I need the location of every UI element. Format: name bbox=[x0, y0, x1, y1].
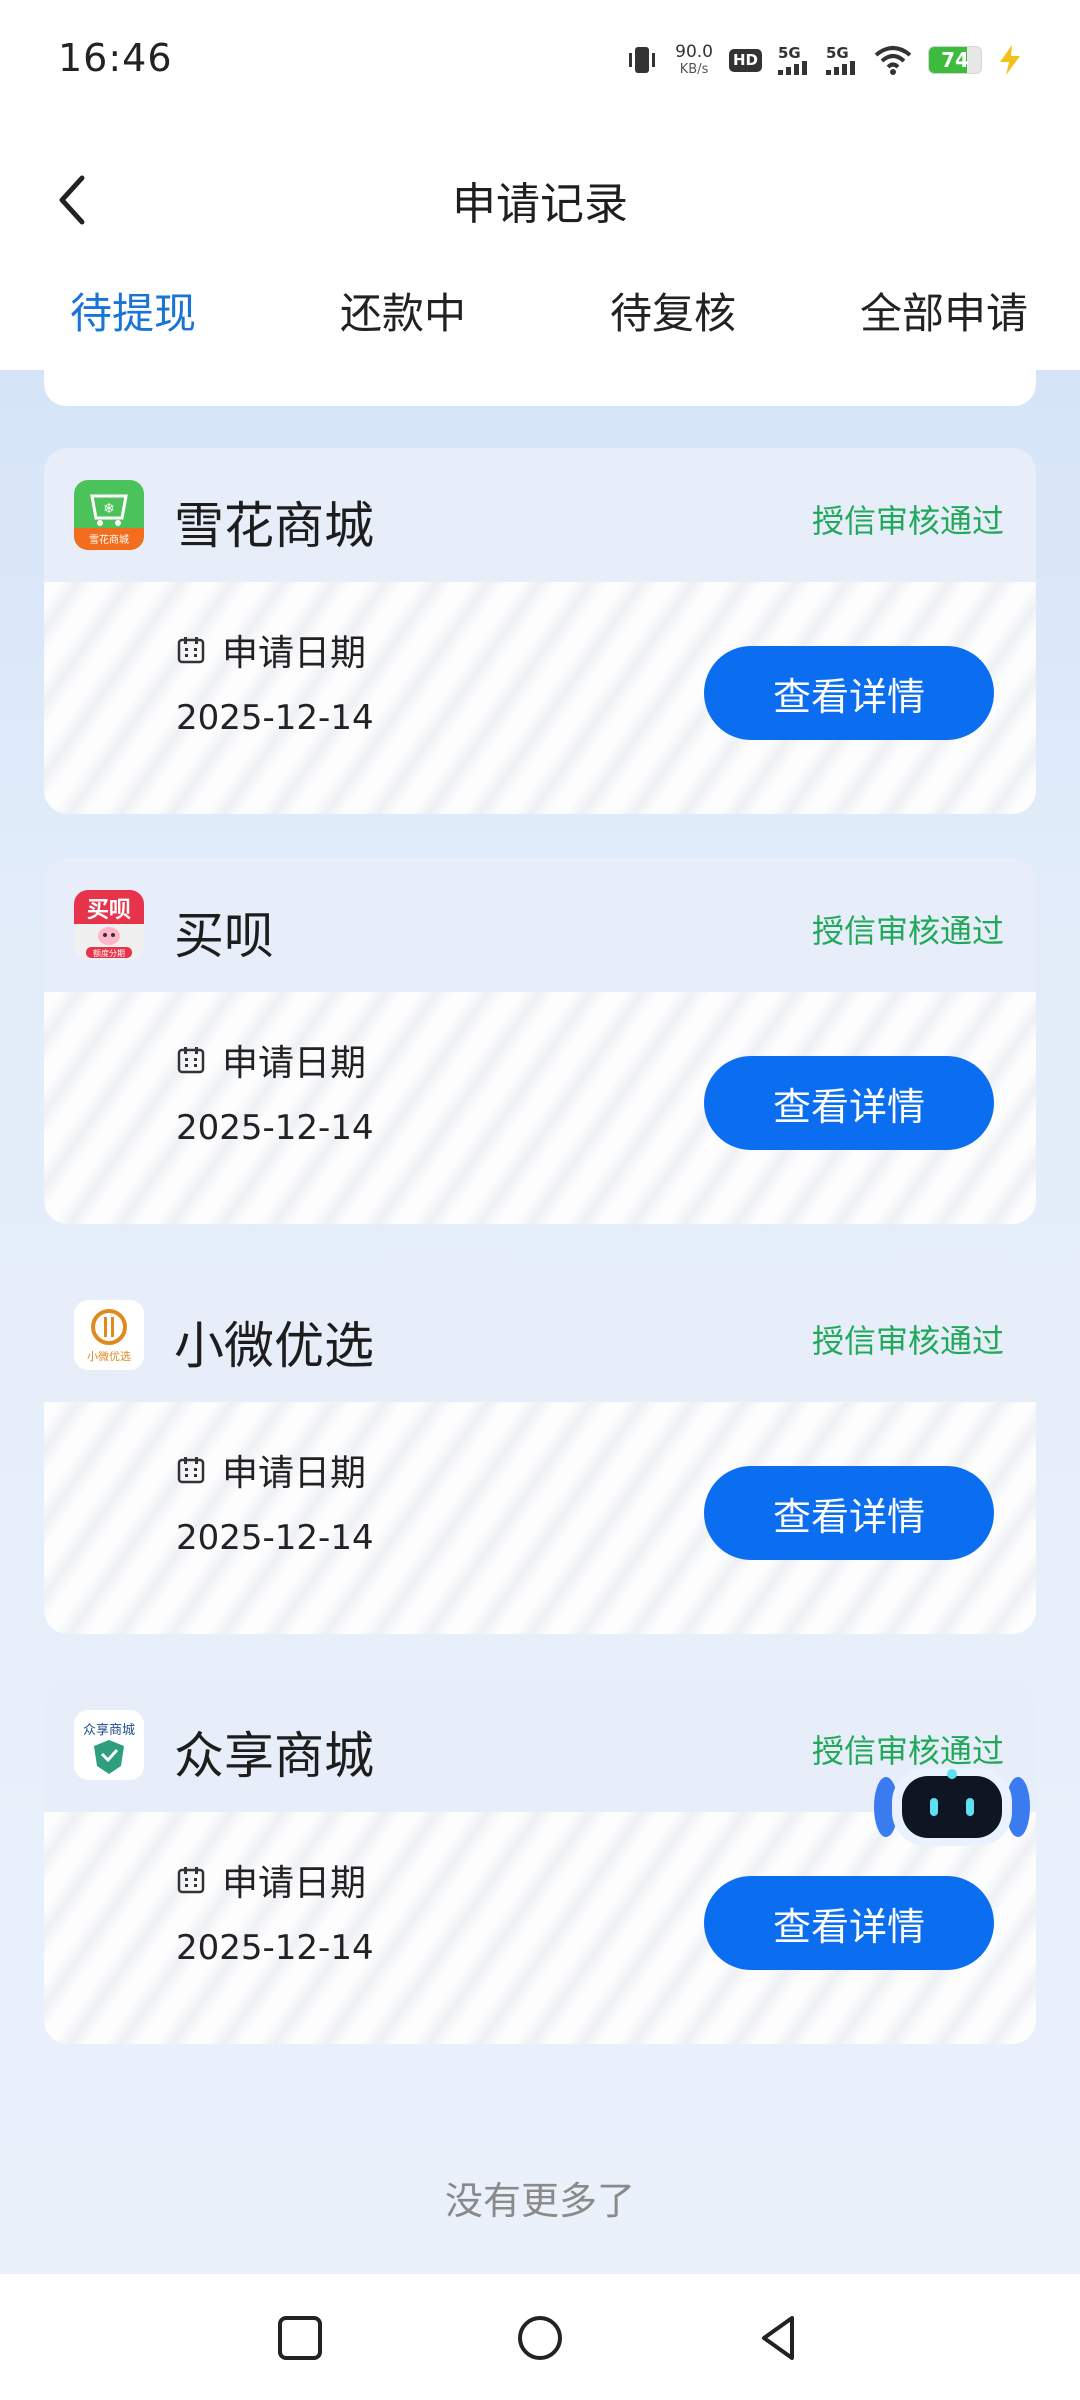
system-nav-bar bbox=[0, 2274, 1080, 2400]
tab-pending-review[interactable]: 待复核 bbox=[610, 280, 736, 341]
date-value: 2025-12-14 bbox=[176, 1518, 374, 1558]
view-details-button[interactable]: 查看详情 bbox=[704, 1466, 994, 1560]
view-details-button[interactable]: 查看详情 bbox=[704, 1876, 994, 1970]
svg-text:❄: ❄ bbox=[103, 501, 115, 517]
status-badge: 授信审核通过 bbox=[811, 1322, 1004, 1360]
recents-button[interactable] bbox=[272, 2310, 328, 2366]
date-row: 申请日期 bbox=[176, 624, 366, 676]
date-row: 申请日期 bbox=[176, 1034, 366, 1086]
view-details-button[interactable]: 查看详情 bbox=[704, 646, 994, 740]
previous-card-edge bbox=[44, 370, 1036, 406]
merchant-name: 买呗 bbox=[174, 907, 274, 965]
records-list[interactable]: ❄ 雪花商城 雪花商城 授信审核通过 申请日期 2025-12-14 查看详情 … bbox=[0, 370, 1080, 2274]
merchant-name: 小微优选 bbox=[174, 1317, 374, 1375]
date-label: 申请日期 bbox=[222, 1043, 367, 1084]
record-card[interactable]: 众享商城 众享商城 授信审核通过 申请日期 2025-12-14 查看详情 bbox=[44, 1678, 1036, 2044]
svg-text:买呗: 买呗 bbox=[87, 898, 131, 923]
network-speed: 90.0 KB/s bbox=[675, 42, 713, 77]
date-value: 2025-12-14 bbox=[176, 1108, 374, 1148]
svg-text:雪花商城: 雪花商城 bbox=[89, 533, 129, 546]
tab-pending-withdrawal[interactable]: 待提现 bbox=[70, 280, 196, 341]
tab-bar: 待提现 还款中 待复核 全部申请 bbox=[0, 280, 1080, 350]
home-button[interactable] bbox=[512, 2310, 568, 2366]
hd-voice-badge: HD bbox=[728, 48, 762, 72]
wifi-icon bbox=[874, 45, 912, 75]
xiaowei-youxuan-logo-icon: 小微优选 bbox=[74, 1300, 144, 1370]
calendar-icon bbox=[177, 1047, 205, 1074]
circle-icon bbox=[518, 2316, 562, 2360]
date-label: 申请日期 bbox=[222, 1863, 367, 1904]
svg-text:小微优选: 小微优选 bbox=[87, 1349, 131, 1363]
xuehua-shop-logo-icon: ❄ 雪花商城 bbox=[74, 480, 144, 550]
no-more-text: 没有更多了 bbox=[444, 2179, 635, 2223]
charging-icon bbox=[998, 45, 1022, 75]
view-details-button[interactable]: 查看详情 bbox=[704, 1056, 994, 1150]
date-row: 申请日期 bbox=[176, 1854, 366, 1906]
status-icons: 90.0 KB/s HD 5G 5G 74 bbox=[625, 38, 1022, 82]
back-nav-button[interactable] bbox=[752, 2310, 808, 2366]
zhongxiang-shop-logo-icon: 众享商城 bbox=[74, 1710, 144, 1780]
robot-icon bbox=[874, 1768, 1030, 1846]
merchant-name: 雪花商城 bbox=[174, 497, 374, 555]
record-card[interactable]: 买呗 额度分期 买呗 授信审核通过 申请日期 2025-12-14 查看详情 bbox=[44, 858, 1036, 1224]
triangle-back-icon bbox=[762, 2316, 794, 2360]
sim2-signal-icon: 5G bbox=[826, 45, 858, 75]
status-time: 16:46 bbox=[58, 36, 173, 80]
assistant-robot-button[interactable] bbox=[872, 1764, 1032, 1850]
merchant-name: 众享商城 bbox=[174, 1727, 374, 1785]
vibrate-icon bbox=[625, 43, 659, 77]
date-row: 申请日期 bbox=[176, 1444, 366, 1496]
svg-text:众享商城: 众享商城 bbox=[83, 1722, 135, 1738]
tab-all-applications[interactable]: 全部申请 bbox=[860, 280, 1028, 341]
calendar-icon bbox=[177, 637, 205, 664]
calendar-icon bbox=[177, 1867, 205, 1894]
date-label: 申请日期 bbox=[222, 633, 367, 674]
date-value: 2025-12-14 bbox=[176, 698, 374, 738]
svg-text:额度分期: 额度分期 bbox=[93, 948, 125, 958]
sim1-signal-icon: 5G bbox=[778, 45, 810, 75]
calendar-icon bbox=[177, 1457, 205, 1484]
status-badge: 授信审核通过 bbox=[811, 502, 1004, 540]
record-card[interactable]: 小微优选 小微优选 授信审核通过 申请日期 2025-12-14 查看详情 bbox=[44, 1268, 1036, 1634]
battery-icon: 74 bbox=[928, 46, 982, 74]
date-value: 2025-12-14 bbox=[176, 1928, 374, 1968]
square-icon bbox=[278, 2316, 322, 2360]
page-title: 申请记录 bbox=[452, 179, 628, 230]
maibei-logo-icon: 买呗 额度分期 bbox=[74, 890, 144, 960]
record-card[interactable]: ❄ 雪花商城 雪花商城 授信审核通过 申请日期 2025-12-14 查看详情 bbox=[44, 448, 1036, 814]
date-label: 申请日期 bbox=[222, 1453, 367, 1494]
tab-repaying[interactable]: 还款中 bbox=[340, 280, 466, 341]
status-bar: 16:46 90.0 KB/s HD 5G 5G 74 bbox=[0, 0, 1080, 120]
status-badge: 授信审核通过 bbox=[811, 912, 1004, 950]
